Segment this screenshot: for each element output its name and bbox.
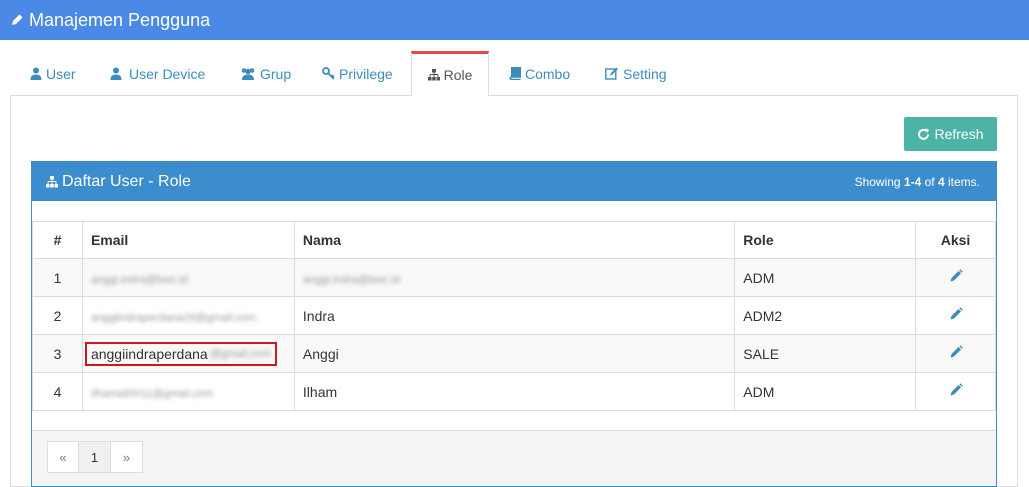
tab-setting[interactable]: Setting <box>605 51 667 96</box>
panel-title-text: Daftar User - Role <box>62 172 191 190</box>
row-number: 2 <box>32 296 83 335</box>
aksi-cell <box>915 372 996 411</box>
pagination-prev[interactable]: « <box>47 441 79 473</box>
pagination: « 1 » <box>47 441 143 473</box>
row-number: 3 <box>32 334 83 373</box>
panel-title: Daftar User - Role <box>46 173 191 191</box>
email-masked: anggiindraperdana29@gmail.com <box>90 311 257 324</box>
nama-cell: Anggi <box>293 334 736 373</box>
tab-bar: User User Device Grup Privilege Role Com… <box>10 51 1018 97</box>
items-summary: Showing 1-4 of 4 items. <box>855 175 980 189</box>
aksi-cell <box>915 334 996 373</box>
pagination-next[interactable]: » <box>111 441 143 473</box>
panel-footer: « 1 » <box>32 430 996 486</box>
key-icon <box>322 67 335 80</box>
page-header: Manajemen Pengguna <box>0 0 1029 40</box>
table-row: 3 anggiindraperdana @gmail.com Anggi SALE <box>32 334 996 373</box>
sitemap-icon <box>46 175 58 187</box>
pagination-page[interactable]: 1 <box>79 441 111 473</box>
tab-user-device[interactable]: User Device <box>110 51 205 96</box>
role-cell: SALE <box>734 334 917 373</box>
role-cell: ADM <box>734 372 917 411</box>
pencil-icon <box>12 14 23 25</box>
table-row: 4 ilhamali0011@gmail.com Ilham ADM <box>32 372 996 411</box>
email-masked: ilhamali0011@gmail.com <box>90 387 214 400</box>
table-row: 1 anggi.indra@bwc.id anggi.indra@bwc.id … <box>32 258 996 297</box>
aksi-cell <box>915 258 996 297</box>
edit-pencil-icon[interactable] <box>949 345 963 359</box>
nama-cell: anggi.indra@bwc.id <box>293 258 736 297</box>
role-cell: ADM2 <box>734 296 917 335</box>
tab-label: Setting <box>623 65 667 82</box>
edit-pencil-icon[interactable] <box>949 269 963 283</box>
refresh-label: Refresh <box>934 126 984 142</box>
tab-label: Combo <box>525 65 571 82</box>
email-masked: anggi.indra@bwc.id <box>90 273 188 286</box>
sitemap-icon <box>427 69 440 81</box>
refresh-button[interactable]: Refresh <box>904 117 997 151</box>
edit-pencil-icon[interactable] <box>949 383 963 397</box>
summary-total: 4 <box>937 174 945 189</box>
user-icon <box>110 67 122 80</box>
email-highlight-box: anggiindraperdana @gmail.com <box>84 341 277 366</box>
column-header-email[interactable]: Email <box>81 221 295 259</box>
column-header-role[interactable]: Role <box>734 221 917 259</box>
tab-grup[interactable]: Grup <box>240 51 291 96</box>
column-header-number[interactable]: # <box>32 221 83 259</box>
email-cell: ilhamali0011@gmail.com <box>81 372 295 411</box>
tab-combo[interactable]: Combo <box>509 51 570 96</box>
email-cell: anggiindraperdana @gmail.com <box>81 334 295 373</box>
column-header-aksi: Aksi <box>915 221 996 259</box>
email-masked: @gmail.com <box>209 347 271 360</box>
nama-masked: anggi.indra@bwc.id <box>302 273 400 286</box>
aksi-cell <box>915 296 996 335</box>
summary-suffix: items. <box>944 174 980 189</box>
summary-range: 1-4 <box>903 174 922 189</box>
summary-of: of <box>921 174 938 189</box>
row-number: 4 <box>32 372 83 411</box>
book-icon <box>509 67 521 80</box>
users-icon <box>240 67 256 80</box>
role-cell: ADM <box>734 258 917 297</box>
tab-user[interactable]: User <box>30 51 76 96</box>
table-header-row: # Email Nama Role Aksi <box>32 221 996 259</box>
edit-icon <box>605 67 619 80</box>
column-header-nama[interactable]: Nama <box>293 221 736 259</box>
table-row: 2 anggiindraperdana29@gmail.com Indra AD… <box>32 296 996 335</box>
summary-prefix: Showing <box>854 174 904 189</box>
email-cell: anggi.indra@bwc.id <box>81 258 295 297</box>
page-title: Manajemen Pengguna <box>29 9 211 30</box>
tab-label: Grup <box>260 65 292 82</box>
tab-role[interactable]: Role <box>411 51 489 97</box>
tab-label: Role <box>443 67 473 83</box>
tab-label: User Device <box>129 65 206 82</box>
user-icon <box>30 67 42 80</box>
user-role-table: # Email Nama Role Aksi 1 anggi.indra@bwc… <box>32 221 996 411</box>
tab-label: Privilege <box>339 65 393 82</box>
email-visible: anggiindraperdana <box>90 345 208 362</box>
tab-label: User <box>46 65 76 82</box>
row-number: 1 <box>32 258 83 297</box>
email-cell: anggiindraperdana29@gmail.com <box>81 296 295 335</box>
edit-pencil-icon[interactable] <box>949 307 963 321</box>
nama-cell: Ilham <box>293 372 736 411</box>
tab-privilege[interactable]: Privilege <box>322 51 393 96</box>
user-role-panel: Daftar User - Role Showing 1-4 of 4 item… <box>31 161 997 487</box>
panel-heading: Daftar User - Role Showing 1-4 of 4 item… <box>32 162 996 201</box>
nama-cell: Indra <box>293 296 736 335</box>
refresh-icon <box>918 128 930 140</box>
